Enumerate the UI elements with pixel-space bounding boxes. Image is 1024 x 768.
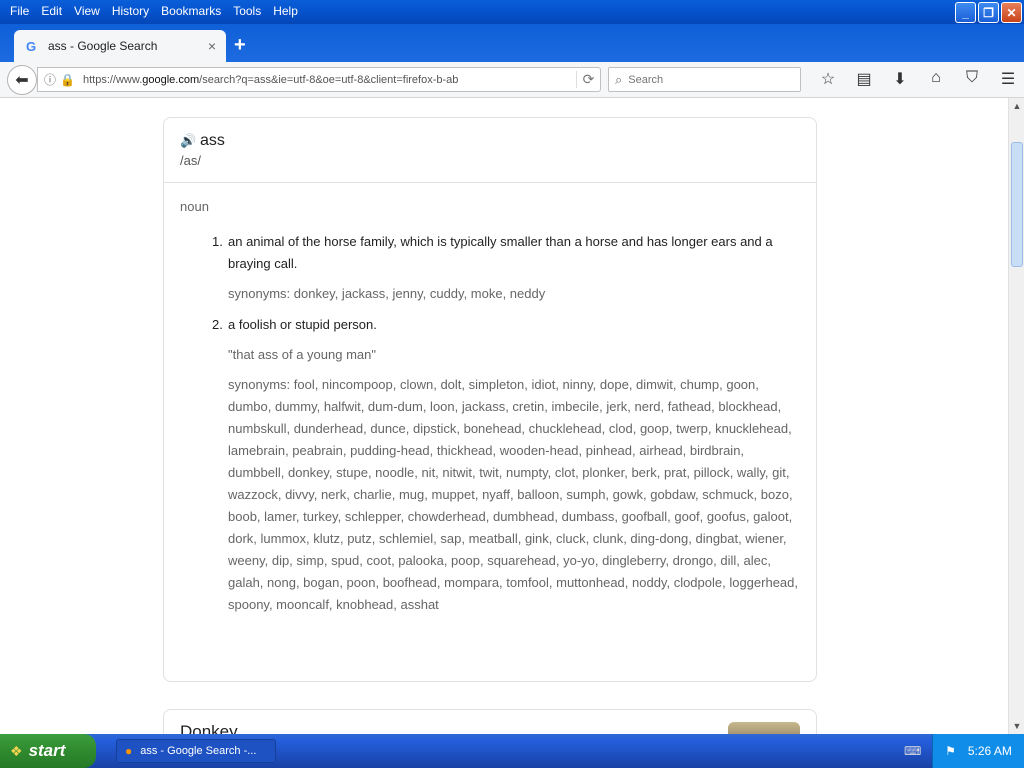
menu-tools[interactable]: Tools	[227, 3, 267, 19]
menu-bar: File Edit View History Bookmarks Tools H…	[4, 3, 304, 19]
menu-icon[interactable]: ☰	[990, 69, 1024, 89]
back-button[interactable]: ⬅	[7, 65, 37, 95]
sense-item: 1. an animal of the horse family, which …	[212, 231, 800, 305]
scroll-thumb[interactable]	[1011, 142, 1023, 267]
next-result-title[interactable]: Donkey	[180, 722, 800, 734]
info-icon[interactable]: ⓘ	[44, 71, 56, 88]
search-icon: ⌕	[615, 71, 623, 87]
window-controls: _ ❐ ✕	[955, 2, 1022, 23]
dictionary-body: noun 1. an animal of the horse family, w…	[164, 183, 816, 616]
lock-warning-icon[interactable]: 🔒	[60, 73, 75, 87]
synonyms-list[interactable]: donkey, jackass, jenny, cuddy, moke, ned…	[294, 286, 545, 301]
menu-file[interactable]: File	[4, 3, 35, 19]
download-icon[interactable]: ⬇	[882, 69, 918, 89]
sense-list: 1. an animal of the horse family, which …	[212, 231, 800, 616]
toolbar-icons: ☆ ▤ ⬇ ⌂ ⛉ ☰	[810, 69, 1024, 89]
sense-synonyms: synonyms: fool, nincompoop, clown, dolt,…	[228, 374, 800, 616]
sense-definition: a foolish or stupid person.	[228, 317, 377, 332]
close-icon[interactable]: ✕	[1001, 2, 1022, 23]
menu-view[interactable]: View	[68, 3, 106, 19]
sense-number: 2.	[212, 317, 223, 332]
scroll-down-icon[interactable]: ▼	[1009, 718, 1024, 734]
minimize-icon[interactable]: _	[955, 2, 976, 23]
tab-title: ass - Google Search	[48, 39, 158, 53]
sense-example: "that ass of a young man"	[228, 347, 376, 362]
sense-number: 1.	[212, 234, 223, 249]
dictionary-card: 🔊 ass /as/ noun 1. an animal of the hors…	[163, 117, 817, 682]
menu-edit[interactable]: Edit	[35, 3, 68, 19]
start-label: start	[28, 741, 66, 760]
taskbar-firefox-button[interactable]: ● ass - Google Search -...	[116, 739, 276, 763]
menu-history[interactable]: History	[106, 3, 155, 19]
taskbar-task-label: ass - Google Search -...	[140, 745, 257, 757]
navigation-bar: ⓘ 🔒 https://www.google.com/search?q=ass&…	[0, 62, 1024, 98]
synonyms-list[interactable]: fool, nincompoop, clown, dolt, simpleton…	[228, 377, 798, 612]
search-box[interactable]: ⌕	[608, 67, 801, 92]
arrow-left-icon: ⬅	[15, 72, 29, 89]
title-bar: File Edit View History Bookmarks Tools H…	[0, 0, 1024, 24]
windows-logo-icon: ❖	[10, 742, 23, 759]
donkey-thumbnail[interactable]	[728, 722, 800, 734]
url-bar[interactable]: ⓘ 🔒 https://www.google.com/search?q=ass&…	[37, 67, 601, 92]
network-icon[interactable]: ⚑	[945, 744, 956, 758]
google-favicon-icon: G	[26, 38, 37, 54]
scroll-up-icon[interactable]: ▲	[1009, 98, 1024, 114]
reader-icon[interactable]: ▤	[846, 69, 882, 89]
firefox-icon: ●	[125, 744, 133, 758]
dictionary-header: 🔊 ass /as/	[164, 118, 816, 183]
sense-synonyms: synonyms: donkey, jackass, jenny, cuddy,…	[228, 283, 800, 305]
system-tray: ⚑ 5:26 AM	[932, 734, 1024, 768]
search-input[interactable]	[628, 73, 779, 86]
synonyms-label: synonyms:	[228, 377, 294, 392]
dictionary-word: ass	[200, 132, 225, 149]
vertical-scrollbar[interactable]: ▲ ▼	[1008, 98, 1024, 734]
next-result-card[interactable]: Donkey	[163, 709, 817, 734]
sense-item: 2. a foolish or stupid person. "that ass…	[212, 314, 800, 616]
part-of-speech: noun	[180, 199, 209, 214]
restore-icon[interactable]: ❐	[978, 2, 999, 23]
tab-google-search[interactable]: G ass - Google Search ×	[14, 30, 226, 62]
sense-definition: an animal of the horse family, which is …	[228, 234, 773, 271]
tab-close-icon[interactable]: ×	[208, 38, 216, 54]
star-icon[interactable]: ☆	[810, 69, 846, 89]
speaker-icon[interactable]: 🔊	[180, 133, 200, 149]
tab-strip: G ass - Google Search × +	[0, 24, 1024, 62]
taskbar: ❖ start ● ass - Google Search -... ⌨ ⚑ 5…	[0, 734, 1024, 768]
new-tab-button[interactable]: +	[234, 34, 246, 57]
keyboard-icon[interactable]: ⌨	[904, 744, 921, 758]
pronunciation: /as/	[180, 153, 201, 168]
start-button[interactable]: ❖ start	[0, 734, 96, 768]
pocket-icon[interactable]: ⛉	[954, 69, 990, 89]
home-icon[interactable]: ⌂	[918, 69, 954, 89]
clock[interactable]: 5:26 AM	[968, 744, 1012, 758]
reload-icon[interactable]: ⟳	[576, 71, 600, 88]
menu-help[interactable]: Help	[267, 3, 304, 19]
synonyms-label: synonyms:	[228, 286, 294, 301]
menu-bookmarks[interactable]: Bookmarks	[155, 3, 227, 19]
page-content: 🔊 ass /as/ noun 1. an animal of the hors…	[0, 98, 1008, 734]
url-text[interactable]: https://www.google.com/search?q=ass&ie=u…	[83, 74, 576, 86]
